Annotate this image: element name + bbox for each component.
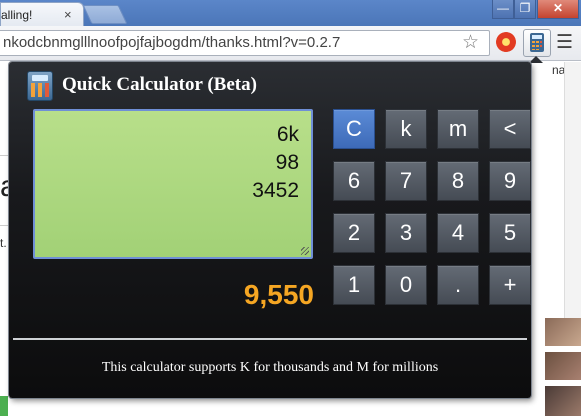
extension-calculator-button[interactable]: [523, 29, 551, 57]
extension-burst-icon[interactable]: [496, 32, 516, 52]
calculator-app-icon: [27, 71, 53, 101]
clear-button[interactable]: C: [333, 109, 375, 149]
tab-close-icon[interactable]: ×: [64, 4, 72, 26]
expression-input[interactable]: 6k 98 3452: [33, 109, 313, 259]
million-button[interactable]: m: [437, 109, 479, 149]
digit-1-button[interactable]: 1: [333, 265, 375, 305]
footer-note: This calculator supports K for thousands…: [101, 360, 439, 375]
address-bar[interactable]: nkodcbnmglllnoofpojfajbogdm/thanks.html?…: [0, 30, 490, 56]
background-thumbnail: [545, 386, 581, 416]
maximize-button[interactable]: ❐: [514, 0, 536, 19]
url-text: nkodcbnmglllnoofpojfajbogdm/thanks.html?…: [3, 34, 341, 51]
new-tab-button[interactable]: [82, 5, 128, 24]
minimize-button[interactable]: —: [492, 0, 514, 19]
backspace-button[interactable]: <: [489, 109, 531, 149]
digit-8-button[interactable]: 8: [437, 161, 479, 201]
digit-9-button[interactable]: 9: [489, 161, 531, 201]
digit-3-button[interactable]: 3: [385, 213, 427, 253]
popup-title: Quick Calculator (Beta): [62, 74, 257, 95]
menu-icon[interactable]: ☰: [556, 31, 573, 54]
result-value: 9,550: [243, 279, 314, 310]
thousand-button[interactable]: k: [385, 109, 427, 149]
decimal-button[interactable]: .: [437, 265, 479, 305]
digit-0-button[interactable]: 0: [385, 265, 427, 305]
background-thumbnail: [545, 352, 581, 380]
bookmark-star-icon[interactable]: ☆: [462, 31, 479, 54]
digit-7-button[interactable]: 7: [385, 161, 427, 201]
calculator-icon: [530, 33, 544, 52]
tab-strip: alling! × — ❐ ✕: [0, 0, 581, 27]
browser-tab[interactable]: alling! ×: [0, 2, 84, 27]
expression-line: 6k: [276, 123, 299, 146]
expression-line: 98: [275, 151, 299, 174]
page-scrollbar[interactable]: [564, 62, 581, 322]
browser-toolbar: nkodcbnmglllnoofpojfajbogdm/thanks.html?…: [0, 26, 581, 61]
resize-handle[interactable]: [301, 247, 309, 255]
close-window-button[interactable]: ✕: [537, 0, 579, 19]
expression-line: 3452: [252, 179, 299, 202]
calculator-popup: Quick Calculator (Beta) 6k 98 3452 9,550…: [9, 62, 531, 398]
tab-title: alling!: [1, 8, 33, 22]
background-text: t.: [0, 236, 7, 250]
digit-5-button[interactable]: 5: [489, 213, 531, 253]
plus-button[interactable]: +: [489, 265, 531, 305]
footer-divider: [13, 338, 527, 340]
digit-6-button[interactable]: 6: [333, 161, 375, 201]
digit-2-button[interactable]: 2: [333, 213, 375, 253]
background-green-mark: [0, 396, 8, 416]
digit-4-button[interactable]: 4: [437, 213, 479, 253]
popup-pointer: [529, 56, 543, 63]
background-thumbnail: [545, 318, 581, 346]
